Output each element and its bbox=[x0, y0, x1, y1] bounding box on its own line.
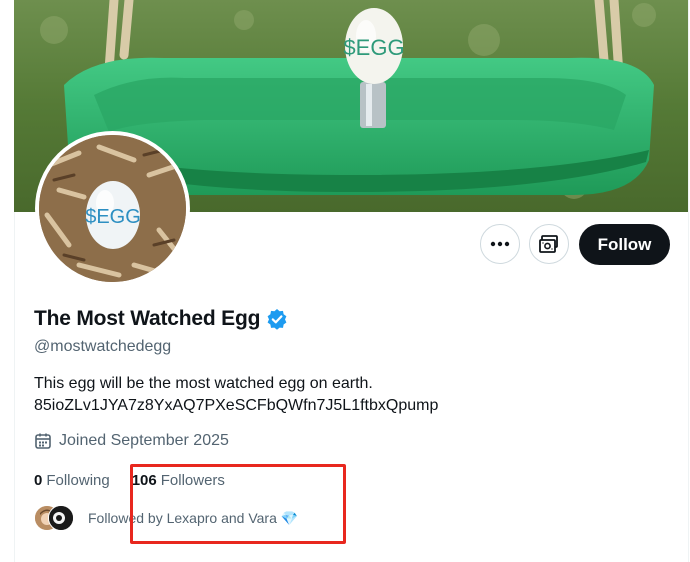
profile-name-row: The Most Watched Egg bbox=[34, 307, 288, 331]
mutual-avatar bbox=[48, 505, 74, 531]
follow-button[interactable]: Follow bbox=[579, 224, 670, 265]
joined-text: Joined September 2025 bbox=[59, 432, 229, 449]
followers-label: Followers bbox=[160, 472, 225, 489]
following-count: 0 bbox=[34, 472, 43, 489]
profile-avatar[interactable]: $EGG bbox=[35, 131, 190, 286]
subscribe-icon bbox=[539, 235, 558, 253]
bio-contract-address: 85ioZLv1JYA7z8YxAQ7PXeSCFbQWfn7J5L1ftbxQ… bbox=[34, 397, 439, 414]
following-label: Following bbox=[46, 472, 110, 489]
joined-date: Joined September 2025 bbox=[34, 432, 229, 450]
verified-badge-icon[interactable] bbox=[266, 308, 288, 330]
following-link[interactable]: 0 Following bbox=[34, 472, 110, 489]
avatar-egg-label: $EGG bbox=[85, 206, 141, 228]
bio-line: This egg will be the most watched egg on… bbox=[34, 375, 373, 392]
followed-by-row[interactable]: Followed by Lexapro and Vara 💎 bbox=[34, 505, 298, 531]
profile-handle: @mostwatchedegg bbox=[34, 338, 172, 355]
ellipsis-icon bbox=[490, 241, 510, 247]
more-options-button[interactable] bbox=[480, 224, 520, 264]
display-name: The Most Watched Egg bbox=[34, 307, 261, 330]
diamond-emoji: 💎 bbox=[280, 509, 299, 526]
calendar-icon bbox=[35, 433, 51, 449]
banner-egg-label: $EGG bbox=[343, 35, 404, 60]
profile-stats: 0 Following 106 Followers bbox=[34, 472, 225, 489]
followers-count: 106 bbox=[131, 472, 157, 489]
subscribe-button[interactable] bbox=[529, 224, 569, 264]
followers-link[interactable]: 106 Followers bbox=[132, 472, 225, 489]
mutual-avatars bbox=[34, 505, 74, 531]
followed-by-text: Followed by Lexapro and Vara 💎 bbox=[88, 509, 299, 526]
profile-bio: This egg will be the most watched egg on… bbox=[34, 373, 438, 417]
